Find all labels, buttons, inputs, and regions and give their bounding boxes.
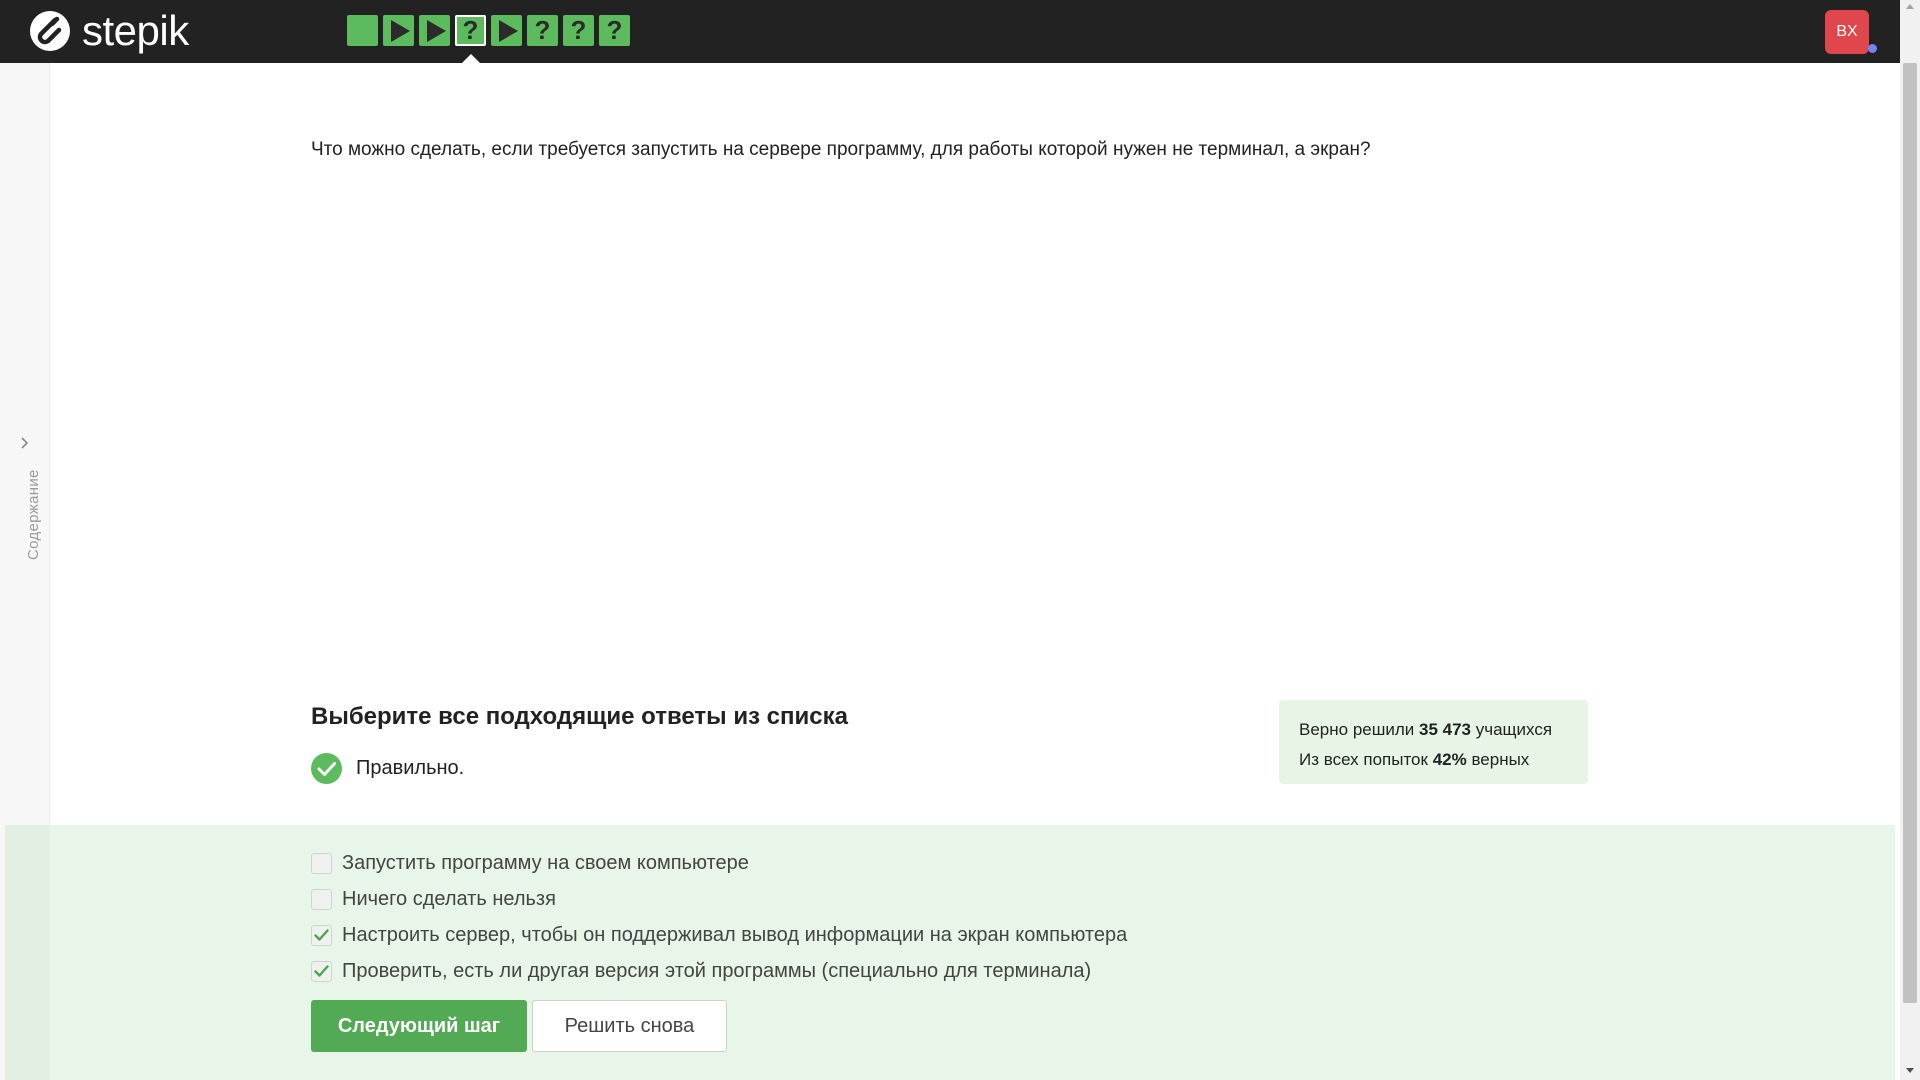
top-navbar: stepik ???? BX: [0, 0, 1920, 63]
checkbox-checked[interactable]: [311, 960, 332, 982]
options-list: Запустить программу на своем компьютере Н…: [311, 845, 1127, 989]
stats-solved: Верно решили 35 473 учащихся: [1299, 715, 1568, 745]
answer-option[interactable]: Ничего сделать нельзя: [311, 881, 1127, 917]
user-avatar[interactable]: BX: [1825, 10, 1869, 54]
checkmark-icon: [314, 964, 329, 977]
page-scrollbar[interactable]: [1900, 0, 1920, 1080]
answer-option-label: Проверить, есть ли другая версия этой пр…: [342, 959, 1092, 982]
next-step-button[interactable]: Следующий шаг: [311, 1000, 527, 1052]
question-icon: ?: [534, 15, 551, 45]
stats-attempts-suffix: верных: [1471, 750, 1530, 769]
step-4-quiz[interactable]: ?: [455, 15, 486, 63]
stats-panel: Верно решили 35 473 учащихся Из всех поп…: [1279, 700, 1588, 784]
answer-option[interactable]: Проверить, есть ли другая версия этой пр…: [311, 953, 1127, 989]
scroll-down-arrow[interactable]: [1906, 1068, 1914, 1073]
answer-option-label: Настроить сервер, чтобы он поддерживал в…: [342, 923, 1128, 946]
play-icon: [499, 19, 518, 42]
stepik-logo[interactable]: stepik: [28, 8, 189, 54]
solve-again-button[interactable]: Решить снова: [532, 1000, 727, 1052]
checkbox-checked[interactable]: [311, 924, 332, 946]
logo-text: stepik: [82, 7, 189, 54]
checkbox-unchecked[interactable]: [311, 888, 332, 910]
answer-option[interactable]: Настроить сервер, чтобы он поддерживал в…: [311, 917, 1127, 953]
verdict-text: Правильно.: [356, 757, 465, 779]
step-6-quiz[interactable]: ?: [527, 15, 558, 46]
question-icon: ?: [462, 15, 479, 45]
step-1-text[interactable]: [347, 15, 378, 46]
answers-area: Запустить программу на своем компьютере Н…: [5, 825, 1895, 1080]
play-icon: [427, 19, 446, 42]
step-7-quiz[interactable]: ?: [563, 15, 594, 46]
scroll-thumb[interactable]: [1903, 63, 1917, 1003]
quiz-title: Выберите все подходящие ответы из списка: [311, 703, 848, 730]
stats-attempts: Из всех попыток 42% верных: [1299, 745, 1568, 775]
stepik-logo-icon: [30, 11, 70, 51]
notification-dot: [1868, 44, 1877, 53]
question-text: Что можно сделать, если требуется запуст…: [311, 139, 1371, 160]
step-5-video[interactable]: [491, 15, 522, 46]
checkmark-icon: [314, 928, 329, 941]
contents-toggle[interactable]: Содержание: [10, 436, 42, 576]
stats-attempts-prefix: Из всех попыток: [1299, 750, 1428, 769]
stats-solved-prefix: Верно решили: [1299, 720, 1415, 739]
answer-option[interactable]: Запустить программу на своем компьютере: [311, 845, 1127, 881]
step-3-video[interactable]: [419, 15, 450, 46]
question-icon: ?: [606, 15, 623, 45]
stats-percent: 42%: [1432, 750, 1467, 769]
stats-solved-suffix: учащихся: [1475, 720, 1553, 739]
answer-option-label: Ничего сделать нельзя: [342, 887, 556, 910]
verdict: Правильно.: [311, 753, 464, 784]
check-circle-icon: [311, 753, 342, 784]
answers-gutter: [5, 825, 50, 1080]
checkbox-unchecked[interactable]: [311, 852, 332, 874]
answer-option-label: Запустить программу на своем компьютере: [342, 851, 749, 874]
question-icon: ?: [570, 15, 587, 45]
step-8-quiz[interactable]: ?: [599, 15, 630, 46]
scroll-up-arrow[interactable]: [1906, 4, 1914, 9]
contents-label: Содержание: [25, 469, 42, 560]
play-icon: [391, 19, 410, 42]
stats-solved-count: 35 473: [1419, 720, 1472, 739]
step-2-video[interactable]: [383, 15, 414, 46]
chevron-right-icon: [21, 437, 29, 449]
lesson-steps-nav: ????: [347, 15, 630, 63]
